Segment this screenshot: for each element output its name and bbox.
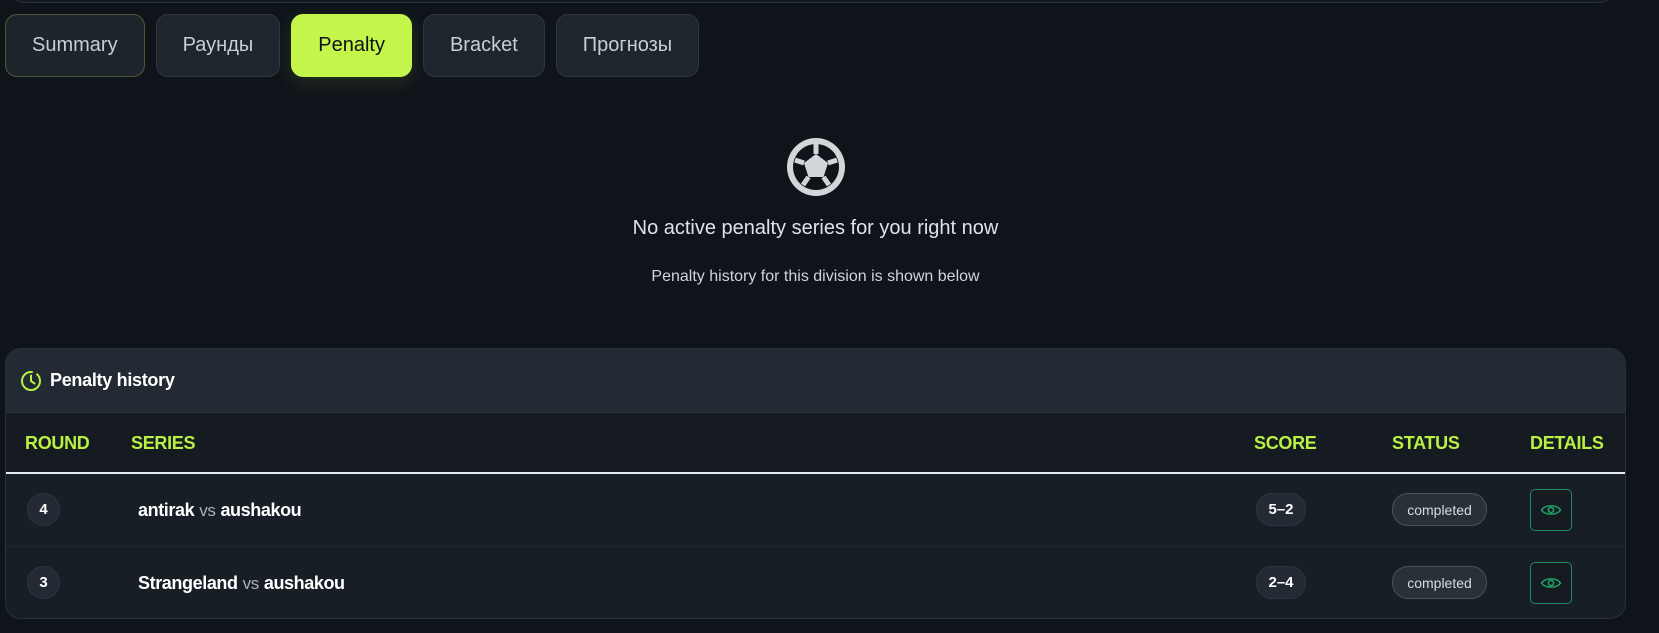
view-details-button[interactable] <box>1530 489 1572 531</box>
score-badge: 5–2 <box>1256 493 1306 526</box>
tab-summary[interactable]: Summary <box>5 14 145 77</box>
top-panel-edge <box>8 0 1616 3</box>
round-badge: 3 <box>27 566 60 599</box>
empty-state-title: No active penalty series for you right n… <box>632 217 999 239</box>
status-badge: completed <box>1392 566 1487 599</box>
column-header-status: STATUS <box>1392 433 1460 453</box>
player-name: antirak <box>138 500 195 520</box>
tab-predictions[interactable]: Прогнозы <box>555 14 700 77</box>
vs-label: vs <box>242 574 260 593</box>
player-name: aushakou <box>263 573 345 593</box>
series-cell: antirak vs aushakou <box>138 500 302 521</box>
tab-rounds[interactable]: Раунды <box>155 14 281 77</box>
soccer-ball-icon <box>785 136 847 198</box>
vs-label: vs <box>199 501 216 520</box>
column-header-round: ROUND <box>25 433 90 453</box>
tab-penalty[interactable]: Penalty <box>291 14 412 77</box>
penalty-history-header: Penalty history <box>6 349 1625 413</box>
empty-state-subtitle: Penalty history for this division is sho… <box>651 268 980 285</box>
penalty-history-title: Penalty history <box>50 370 175 390</box>
tab-bracket[interactable]: Bracket <box>422 14 545 77</box>
clock-icon <box>20 370 42 392</box>
penalty-history-panel: Penalty history ROUND SERIES SCORE STATU… <box>5 348 1626 619</box>
column-header-details: DETAILS <box>1530 433 1604 453</box>
table-row: 4 antirak vs aushakou 5–2 completed <box>6 474 1625 546</box>
view-details-button[interactable] <box>1530 562 1572 604</box>
eye-icon <box>1540 505 1562 515</box>
score-badge: 2–4 <box>1256 566 1306 599</box>
player-name: aushakou <box>220 500 302 520</box>
status-badge: completed <box>1392 493 1487 526</box>
column-header-score: SCORE <box>1254 433 1317 453</box>
series-cell: Strangeland vs aushakou <box>138 573 345 594</box>
column-header-series: SERIES <box>131 433 196 453</box>
round-badge: 4 <box>27 493 60 526</box>
table-header: ROUND SERIES SCORE STATUS DETAILS <box>6 413 1625 474</box>
empty-state: No active penalty series for you right n… <box>0 136 1631 286</box>
table-row: 3 Strangeland vs aushakou 2–4 completed <box>6 546 1625 618</box>
player-name: Strangeland <box>138 573 238 593</box>
eye-icon <box>1540 578 1562 588</box>
tab-bar: Summary Раунды Penalty Bracket Прогнозы <box>5 14 700 77</box>
